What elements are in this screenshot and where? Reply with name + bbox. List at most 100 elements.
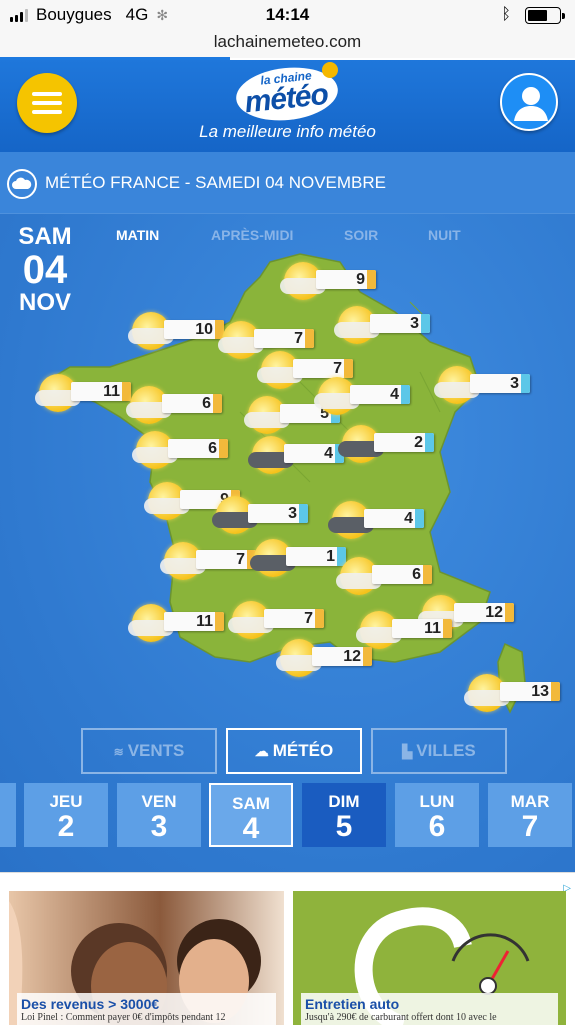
city-forecast[interactable]: 9 [280, 260, 380, 304]
bluetooth-icon: ᛒ [501, 6, 511, 23]
city-forecast[interactable]: 6 [126, 384, 226, 428]
ad-card[interactable]: Entretien auto Jusqu'à 290€ de carburant… [293, 891, 566, 1025]
map-title: MÉTÉO FRANCE - SAMEDI 04 NOVEMBRE [45, 173, 386, 192]
temperature-value: 13 [531, 683, 549, 700]
temperature-label: 11 [164, 612, 224, 631]
period-apres-midi[interactable]: APRÈS-MIDI [211, 227, 293, 243]
day-number: 3 [150, 810, 168, 843]
temperature-value: 11 [103, 383, 120, 400]
weather-map-section: MÉTÉO FRANCE - SAMEDI 04 NOVEMBRE SAM 04… [0, 152, 575, 872]
day-jeu[interactable]: JEU 2 [24, 783, 108, 847]
address-bar[interactable]: lachainemeteo.com [0, 30, 575, 58]
temperature-label: 7 [254, 329, 314, 348]
user-account-button[interactable] [500, 73, 558, 131]
temperature-value: 7 [236, 551, 245, 568]
day-mar[interactable]: MAR 7 [488, 783, 572, 847]
temperature-value: 3 [410, 315, 419, 332]
temperature-value: 12 [343, 648, 361, 665]
temperature-value: 2 [414, 434, 423, 451]
day-name: MAR [510, 792, 550, 811]
day-selector: JEU 2 VEN 3 SAM 4 DIM 5 LUN 6 MAR 7 [0, 783, 575, 849]
day-dim[interactable]: DIM 5 [302, 783, 386, 847]
city-forecast[interactable]: 13 [464, 672, 564, 716]
day-ven[interactable]: VEN 3 [117, 783, 201, 847]
tab-meteo-label: MÉTÉO [272, 741, 334, 760]
site-header: la chaine météo La meilleure info météo [0, 60, 575, 152]
city-forecast[interactable]: 1 [250, 537, 350, 581]
city-forecast[interactable]: 12 [276, 637, 376, 681]
city-forecast[interactable]: 7 [160, 540, 260, 584]
tab-vents[interactable]: ≋ VENTS [81, 728, 217, 774]
ad-text: Jusqu'à 290€ de carburant offert dont 10… [305, 1012, 497, 1023]
day-number: 5 [335, 810, 353, 843]
city-forecast[interactable]: 11 [35, 372, 135, 416]
temperature-value: 10 [195, 321, 213, 338]
temperature-color-bar [421, 314, 430, 333]
ad-card[interactable]: Des revenus > 3000€ Loi Pinel : Comment … [9, 891, 284, 1025]
temperature-color-bar [367, 270, 376, 289]
tagline: La meilleure info météo [199, 122, 376, 141]
temperature-color-bar [521, 374, 530, 393]
temperature-color-bar [505, 603, 514, 622]
temperature-color-bar [219, 439, 228, 458]
city-forecast[interactable]: 4 [314, 375, 414, 419]
ads-section: ▷ Des revenus > 3000€ Loi Pinel : Commen… [0, 872, 575, 1025]
temperature-label: 3 [248, 504, 308, 523]
day-previous-partial[interactable] [0, 783, 16, 847]
temperature-value: 4 [324, 445, 333, 462]
temperature-label: 10 [164, 320, 224, 339]
weather-icon: ☁ [254, 743, 269, 759]
day-lun[interactable]: LUN 6 [395, 783, 479, 847]
tab-villes-label: VILLES [416, 741, 476, 760]
temperature-value: 12 [485, 604, 503, 621]
city-forecast[interactable]: 6 [132, 429, 232, 473]
city-icon: ▙ [402, 744, 413, 759]
city-forecast[interactable]: 3 [434, 364, 534, 408]
temperature-label: 4 [364, 509, 424, 528]
temperature-label: 3 [370, 314, 430, 333]
temperature-color-bar [423, 565, 432, 584]
temperature-color-bar [425, 433, 434, 452]
temperature-value: 6 [208, 440, 217, 457]
temperature-label: 12 [454, 603, 514, 622]
temperature-value: 4 [390, 386, 399, 403]
tab-villes[interactable]: ▙ VILLES [371, 728, 507, 774]
city-forecast[interactable]: 4 [248, 434, 348, 478]
period-nuit[interactable]: NUIT [428, 227, 461, 243]
period-matin[interactable]: MATIN [116, 227, 159, 243]
temperature-value: 6 [202, 395, 211, 412]
city-forecast[interactable]: 3 [334, 304, 434, 348]
temperature-label: 6 [168, 439, 228, 458]
status-bar: Bouygues 4G ✻ 14:14 ᛒ [0, 0, 575, 30]
day-name: LUN [419, 792, 455, 811]
date-month: NOV [18, 289, 71, 316]
city-forecast[interactable]: 10 [128, 310, 228, 354]
wind-icon: ≋ [113, 745, 124, 759]
map-title-bar: MÉTÉO FRANCE - SAMEDI 04 NOVEMBRE [0, 152, 575, 214]
temperature-color-bar [363, 647, 372, 666]
temperature-color-bar [443, 619, 452, 638]
tab-vents-label: VENTS [127, 741, 185, 760]
temperature-color-bar [299, 504, 308, 523]
tab-meteo[interactable]: ☁ MÉTÉO [226, 728, 362, 774]
period-soir[interactable]: SOIR [344, 227, 378, 243]
temperature-color-bar [315, 609, 324, 628]
day-name: DIM [328, 792, 360, 811]
period-selector: MATIN APRÈS-MIDI SOIR NUIT [0, 227, 575, 247]
day-name: JEU [49, 792, 83, 811]
day-sam[interactable]: SAM 4 [209, 783, 293, 847]
city-forecast[interactable]: 11 [128, 602, 228, 646]
cloud-icon [7, 169, 37, 199]
city-forecast[interactable]: 3 [212, 494, 312, 538]
temperature-label: 11 [71, 382, 131, 401]
day-number: 4 [242, 812, 260, 845]
ad-title: Des revenus > 3000€ [21, 996, 160, 1012]
map-mode-tabs: ≋ VENTS ☁ MÉTÉO ▙ VILLES [0, 728, 575, 776]
date-number: 04 [22, 248, 68, 292]
day-number: 2 [57, 810, 75, 843]
city-forecast[interactable]: 2 [338, 423, 438, 467]
logo-big-text: météo [242, 77, 330, 120]
temperature-label: 13 [500, 682, 560, 701]
temperature-value: 4 [404, 510, 413, 527]
temperature-color-bar [305, 329, 314, 348]
